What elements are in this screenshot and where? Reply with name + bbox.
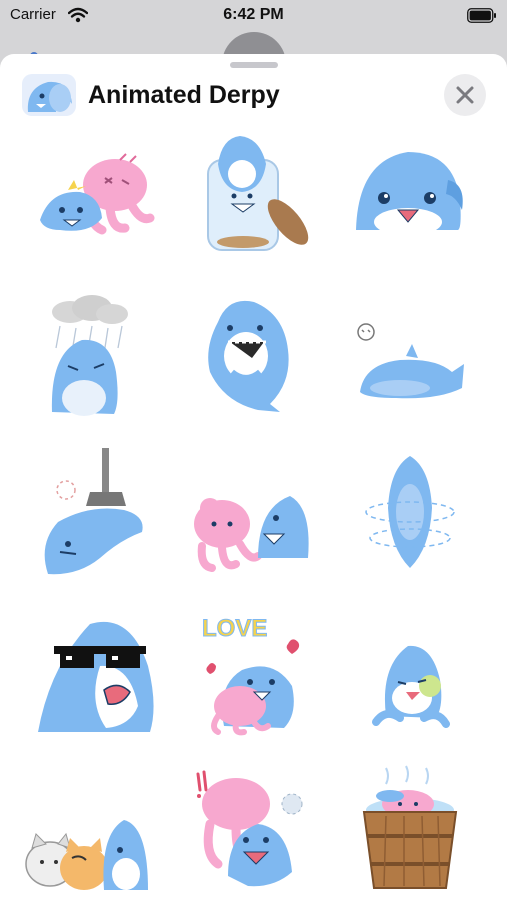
close-icon — [456, 86, 474, 104]
sticker-dead-lying[interactable] — [346, 292, 476, 422]
sticker-spinning[interactable] — [346, 448, 476, 578]
sticker-love[interactable]: LOVE — [188, 606, 318, 736]
sticker-rain-cloud[interactable] — [30, 292, 160, 422]
svg-text:LOVE: LOVE — [202, 615, 267, 642]
sticker-pack-title: Animated Derpy — [88, 81, 280, 109]
sticker-mop-hanging[interactable] — [30, 448, 160, 578]
clock-time: 6:42 PM — [223, 6, 284, 23]
sheet-grabber[interactable] — [230, 62, 278, 68]
status-bar: Carrier 6:42 PM — [0, 0, 507, 34]
sticker-peek-smile[interactable] — [346, 130, 476, 260]
sticker-eating-cookie[interactable] — [346, 606, 476, 736]
battery-icon — [467, 8, 497, 28]
sticker-pack-icon — [22, 74, 76, 116]
sticker-octopus-surprise[interactable] — [188, 764, 318, 894]
sticker-hug-octopus[interactable] — [30, 130, 160, 260]
close-button[interactable] — [444, 74, 486, 116]
sticker-cat-friends[interactable] — [20, 764, 150, 894]
sticker-octopus-friend[interactable] — [188, 448, 318, 578]
sticker-cookie-jar[interactable] — [188, 130, 318, 260]
sticker-sunglasses[interactable] — [30, 606, 160, 736]
sticker-eating-fish[interactable] — [188, 292, 318, 422]
sticker-hot-tub[interactable] — [346, 764, 476, 894]
sticker-sheet: Animated Derpy LOVE — [0, 54, 507, 900]
